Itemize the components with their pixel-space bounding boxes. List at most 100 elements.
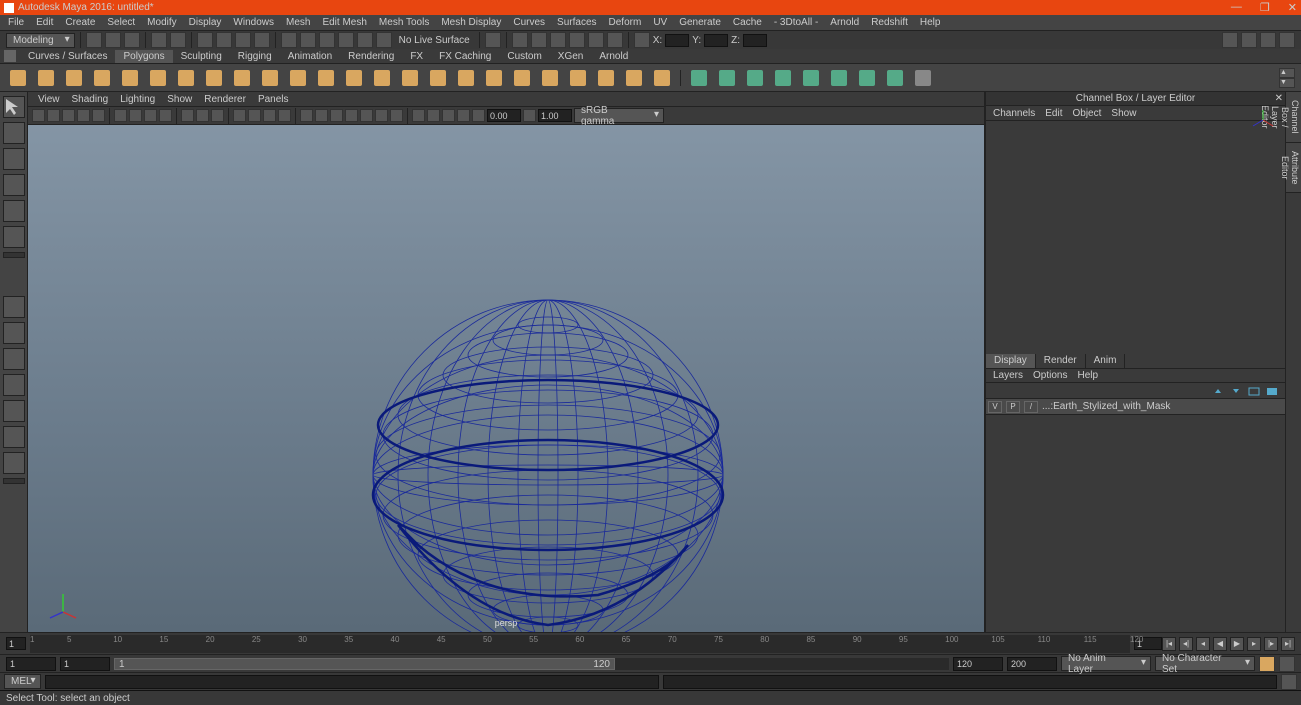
poly-type-icon[interactable] xyxy=(426,66,450,90)
channel-menu-edit[interactable]: Edit xyxy=(1040,108,1067,119)
layout-single-icon[interactable] xyxy=(3,296,25,318)
panel-tool-6[interactable] xyxy=(129,109,142,122)
poly-cone-icon[interactable] xyxy=(90,66,114,90)
bridge-icon[interactable] xyxy=(622,66,646,90)
panel-tool-11[interactable] xyxy=(211,109,224,122)
menu-select[interactable]: Select xyxy=(101,17,141,28)
sculpt-1-icon[interactable] xyxy=(715,66,739,90)
menu-arnold[interactable]: Arnold xyxy=(824,17,865,28)
construction-history-icon[interactable] xyxy=(485,32,501,48)
render-view-icon[interactable] xyxy=(569,32,585,48)
snap-curve-icon[interactable] xyxy=(300,32,316,48)
panel-menu-view[interactable]: View xyxy=(32,94,66,105)
select-tool[interactable] xyxy=(3,96,25,118)
select-mode-icon[interactable] xyxy=(197,32,213,48)
maya-home-icon[interactable] xyxy=(28,610,30,630)
close-button[interactable]: ✕ xyxy=(1288,1,1297,14)
module-selector[interactable]: Modeling xyxy=(6,33,75,48)
layout-two-h-icon[interactable] xyxy=(3,348,25,370)
auto-key-icon[interactable] xyxy=(1259,656,1275,672)
channel-menu-channels[interactable]: Channels xyxy=(988,108,1040,119)
y-input[interactable] xyxy=(704,34,728,47)
gamma-icon[interactable] xyxy=(523,109,536,122)
menu-uv[interactable]: UV xyxy=(647,17,673,28)
panel-tool-27[interactable] xyxy=(472,109,485,122)
panel-tool-2[interactable] xyxy=(62,109,75,122)
undo-icon[interactable] xyxy=(151,32,167,48)
panel-tool-7[interactable] xyxy=(144,109,157,122)
gamma-input[interactable] xyxy=(538,109,572,122)
combine-icon[interactable] xyxy=(482,66,506,90)
sculpt-3-icon[interactable] xyxy=(771,66,795,90)
panel-tool-22[interactable] xyxy=(390,109,403,122)
sculpt-5-icon[interactable] xyxy=(827,66,851,90)
menu-mesh[interactable]: Mesh xyxy=(280,17,316,28)
poly-soccer-icon[interactable] xyxy=(370,66,394,90)
menu-windows[interactable]: Windows xyxy=(227,17,280,28)
poly-svg-icon[interactable] xyxy=(454,66,478,90)
layer-tab-anim[interactable]: Anim xyxy=(1086,354,1126,368)
panel-menu-panels[interactable]: Panels xyxy=(252,94,295,105)
panel-close-icon[interactable]: ✕ xyxy=(1275,93,1283,104)
new-scene-icon[interactable] xyxy=(86,32,102,48)
menu-file[interactable]: File xyxy=(2,17,30,28)
sculpt-4-icon[interactable] xyxy=(799,66,823,90)
shelf-settings-icon[interactable] xyxy=(4,50,16,62)
poly-pipe-icon[interactable] xyxy=(286,66,310,90)
hypershade-icon[interactable] xyxy=(588,32,604,48)
open-scene-icon[interactable] xyxy=(105,32,121,48)
panel-tool-5[interactable] xyxy=(114,109,127,122)
prefs-icon[interactable] xyxy=(1279,656,1295,672)
play-forward-icon[interactable]: ▶ xyxy=(1230,637,1244,651)
layout-graph-icon[interactable] xyxy=(3,452,25,474)
time-slider[interactable]: 1510152025303540455055606570758085909510… xyxy=(0,632,1301,654)
poly-sphere-icon[interactable] xyxy=(6,66,30,90)
step-back-icon[interactable]: ◂ xyxy=(1196,637,1210,651)
channel-menu-show[interactable]: Show xyxy=(1106,108,1141,119)
light-editor-icon[interactable] xyxy=(607,32,623,48)
poly-pyramid-icon[interactable] xyxy=(230,66,254,90)
vtab-channel-box-layer-editor[interactable]: Channel Box / Layer Editor xyxy=(1286,92,1301,143)
shelf-tab-xgen[interactable]: XGen xyxy=(550,50,592,63)
multi-cut-icon[interactable] xyxy=(883,66,907,90)
menu-cache[interactable]: Cache xyxy=(727,17,768,28)
panel-tool-21[interactable] xyxy=(375,109,388,122)
channel-box-toggle-icon[interactable] xyxy=(1279,32,1295,48)
character-set-selector[interactable]: No Character Set xyxy=(1155,656,1255,671)
menu-modify[interactable]: Modify xyxy=(141,17,182,28)
menu-deform[interactable]: Deform xyxy=(603,17,648,28)
save-scene-icon[interactable] xyxy=(124,32,140,48)
menu-help[interactable]: Help xyxy=(914,17,947,28)
viewport[interactable]: persp xyxy=(28,125,984,632)
range-end-inner[interactable] xyxy=(953,657,1003,671)
paint-select-icon[interactable] xyxy=(235,32,251,48)
minimize-button[interactable]: — xyxy=(1231,1,1242,14)
mirror-icon[interactable] xyxy=(687,66,711,90)
anim-layer-selector[interactable]: No Anim Layer xyxy=(1061,656,1151,671)
layer-playback-toggle[interactable]: P xyxy=(1006,401,1020,413)
poly-disc-icon[interactable] xyxy=(174,66,198,90)
panel-tool-3[interactable] xyxy=(77,109,90,122)
layer-display-type[interactable]: / xyxy=(1024,401,1038,413)
menu-curves[interactable]: Curves xyxy=(507,17,551,28)
panel-tool-4[interactable] xyxy=(92,109,105,122)
play-back-icon[interactable]: ◀ xyxy=(1213,637,1227,651)
panel-tool-25[interactable] xyxy=(442,109,455,122)
sculpt-2-icon[interactable] xyxy=(743,66,767,90)
shelf-tab-animation[interactable]: Animation xyxy=(280,50,340,63)
vtab-attribute-editor[interactable]: Attribute Editor xyxy=(1286,143,1301,194)
panel-tool-8[interactable] xyxy=(159,109,172,122)
scale-tool[interactable] xyxy=(3,226,25,248)
shelf-tab-fx-caching[interactable]: FX Caching xyxy=(431,50,499,63)
channel-menu-object[interactable]: Object xyxy=(1068,108,1107,119)
panel-menu-show[interactable]: Show xyxy=(161,94,198,105)
layout-persp-icon[interactable] xyxy=(3,426,25,448)
panel-tool-12[interactable] xyxy=(233,109,246,122)
smooth-icon[interactable] xyxy=(538,66,562,90)
paint-tool[interactable] xyxy=(3,148,25,170)
xyz-toggle-icon[interactable] xyxy=(634,32,650,48)
shelf-tab-rigging[interactable]: Rigging xyxy=(230,50,280,63)
shelf-tab-rendering[interactable]: Rendering xyxy=(340,50,402,63)
layer-menu-options[interactable]: Options xyxy=(1028,370,1072,381)
lasso-tool[interactable] xyxy=(3,122,25,144)
